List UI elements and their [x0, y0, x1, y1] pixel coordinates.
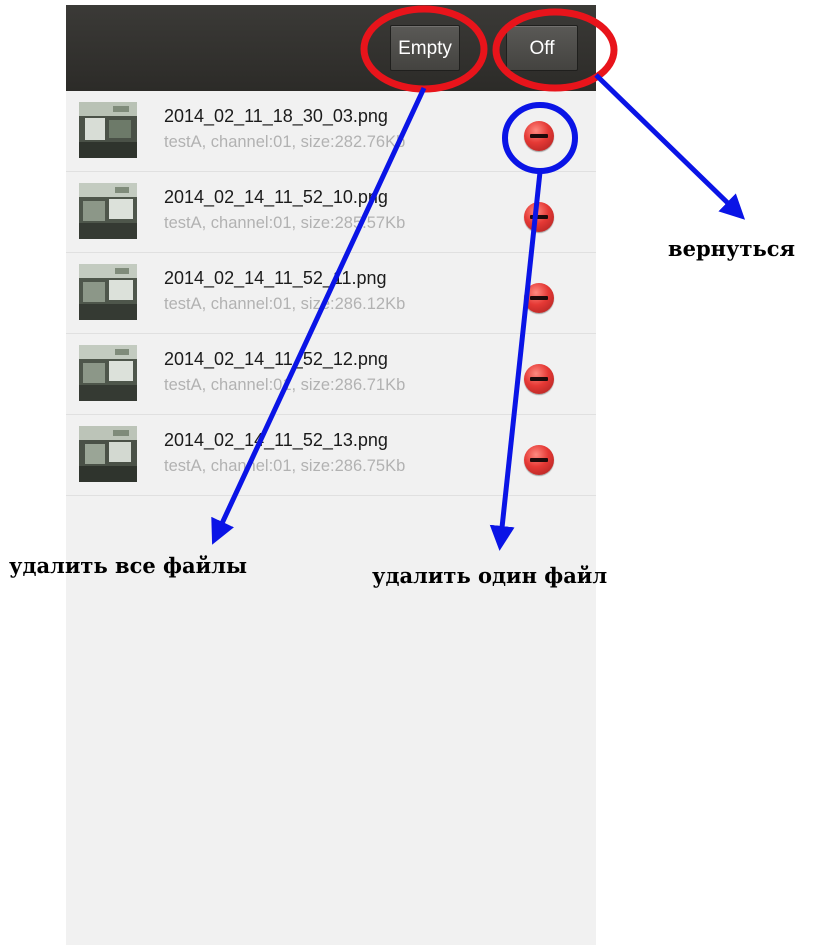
delete-one-caption: удалить один файл — [372, 563, 608, 588]
back-caption: вернуться — [668, 236, 796, 261]
empty-highlight-ellipse — [360, 5, 488, 93]
delete-one-arrow — [489, 171, 543, 551]
delete-all-caption: удалить все файлы — [9, 553, 248, 578]
annotation-overlay — [211, 5, 746, 551]
delete-all-arrow — [211, 86, 427, 545]
back-arrow — [594, 73, 746, 220]
delete-highlight-circle — [502, 102, 578, 174]
